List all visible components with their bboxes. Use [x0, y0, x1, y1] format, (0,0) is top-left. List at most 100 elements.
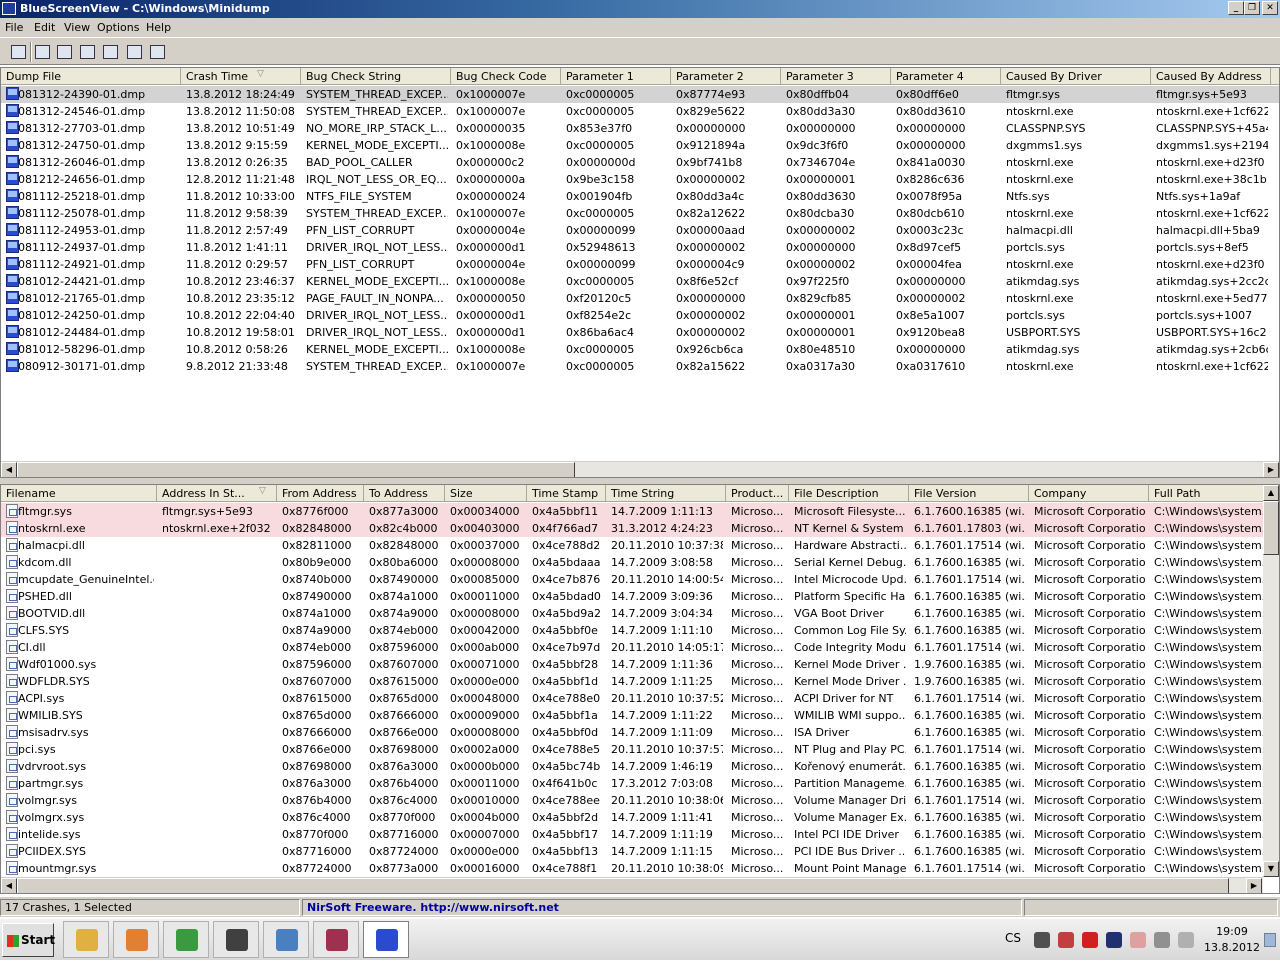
column-header[interactable]: Parameter 1 [561, 68, 671, 85]
scroll-up-icon[interactable]: ▲ [1263, 485, 1279, 501]
scroll-left-icon[interactable]: ◀ [1, 878, 17, 893]
column-header[interactable]: Dump File [1, 68, 181, 85]
crash-row[interactable]: 081012-24421-01.dmp 10.8.2012 23:46:37 KER… [1, 273, 1279, 290]
network-tray-icon[interactable] [1034, 932, 1050, 948]
copy-icon[interactable] [77, 42, 97, 62]
column-header[interactable]: Bug Check Code [451, 68, 561, 85]
network-status-icon[interactable] [1154, 932, 1170, 948]
taskbar-app-explorer[interactable] [63, 921, 109, 958]
menu-options[interactable]: Options [97, 21, 139, 34]
taskbar-app-bluescreenview[interactable] [363, 921, 409, 958]
crash-row[interactable]: 081012-21765-01.dmp 10.8.2012 23:35:12 PAG… [1, 290, 1279, 307]
driver-row[interactable]: volmgr.sys 0x876b4000 0x876c4000 0x00010000… [1, 792, 1279, 809]
restore-icon[interactable]: ❐ [1244, 1, 1260, 15]
security-tray-icon[interactable] [1058, 932, 1074, 948]
crash-row[interactable]: 081012-24484-01.dmp 10.8.2012 19:58:01 DRI… [1, 324, 1279, 341]
crash-row[interactable]: 081312-24750-01.dmp 13.8.2012 9:15:59 KERN… [1, 137, 1279, 154]
action-center-icon[interactable] [1130, 932, 1146, 948]
crash-row[interactable]: 081212-24656-01.dmp 12.8.2012 11:21:48 IRQ… [1, 171, 1279, 188]
driver-row[interactable]: PCIIDEX.SYS 0x87716000 0x87724000 0x0000e00… [1, 843, 1279, 860]
crash-row[interactable]: 081312-27703-01.dmp 13.8.2012 10:51:49 NO_… [1, 120, 1279, 137]
crash-list[interactable]: Dump File Crash Time Bug Check String Bug C… [0, 67, 1280, 478]
refresh-icon[interactable] [54, 42, 74, 62]
column-header[interactable]: Size [445, 485, 527, 502]
driver-row[interactable]: BOOTVID.dll 0x874a1000 0x874a9000 0x0000800… [1, 605, 1279, 622]
column-header[interactable]: Parameter 4 [891, 68, 1001, 85]
crash-row[interactable]: 081112-24953-01.dmp 11.8.2012 2:57:49 PFN_… [1, 222, 1279, 239]
taskbar-app-remote-desktop[interactable] [213, 921, 259, 958]
minimize-icon[interactable]: _ [1228, 1, 1244, 15]
properties-icon[interactable] [8, 42, 28, 62]
taskbar-app-winrar[interactable] [313, 921, 359, 958]
crash-row[interactable]: 081312-26046-01.dmp 13.8.2012 0:26:35 BAD_… [1, 154, 1279, 171]
crash-list-hscrollbar[interactable]: ◀ ▶ [1, 461, 1279, 477]
driver-row[interactable]: mountmgr.sys 0x87724000 0x8773a000 0x000160… [1, 860, 1279, 877]
driver-row[interactable]: halmacpi.dll 0x82811000 0x82848000 0x000370… [1, 537, 1279, 554]
scroll-down-icon[interactable]: ▼ [1263, 861, 1279, 877]
driver-row[interactable]: partmgr.sys 0x876a3000 0x876b4000 0x0001100… [1, 775, 1279, 792]
crash-row[interactable]: 081112-25218-01.dmp 11.8.2012 10:33:00 NTF… [1, 188, 1279, 205]
column-header[interactable]: Bug Check String [301, 68, 451, 85]
vscroll-thumb[interactable] [1263, 501, 1279, 555]
driver-row[interactable]: vdrvroot.sys 0x87698000 0x876a3000 0x0000b0… [1, 758, 1279, 775]
driver-row[interactable]: CI.dll 0x874eb000 0x87596000 0x000ab000 0x4c… [1, 639, 1279, 656]
scroll-right-icon[interactable]: ▶ [1263, 462, 1279, 477]
scroll-thumb[interactable] [17, 878, 1229, 893]
driver-row[interactable]: ntoskrnl.exe ntoskrnl.exe+2f032 0x82848000… [1, 520, 1279, 537]
driver-list-vscrollbar[interactable]: ▲ ▼ [1263, 485, 1279, 877]
driver-row[interactable]: Wdf01000.sys 0x87596000 0x87607000 0x000710… [1, 656, 1279, 673]
volume-icon[interactable] [1178, 932, 1194, 948]
column-header[interactable]: Caused By Driver [1001, 68, 1151, 85]
nirsoft-link[interactable]: NirSoft Freeware. http://www.nirsoft.net [302, 899, 1022, 916]
driver-row[interactable]: intelide.sys 0x8770f000 0x87716000 0x000070… [1, 826, 1279, 843]
column-header[interactable]: Product... [726, 485, 789, 502]
column-header[interactable]: Parameter 2 [671, 68, 781, 85]
column-header[interactable]: Crash Time [181, 68, 301, 85]
driver-row[interactable]: ACPI.sys 0x87615000 0x8765d000 0x00048000 0x… [1, 690, 1279, 707]
column-header[interactable]: File Version [909, 485, 1029, 502]
taskbar-app-chrome[interactable] [163, 921, 209, 958]
driver-row[interactable]: volmgrx.sys 0x876c4000 0x8770f000 0x0004b00… [1, 809, 1279, 826]
driver-row[interactable]: kdcom.dll 0x80b9e000 0x80ba6000 0x00008000 0… [1, 554, 1279, 571]
crash-row[interactable]: 081012-24250-01.dmp 10.8.2012 22:04:40 DRI… [1, 307, 1279, 324]
menu-edit[interactable]: Edit [34, 21, 55, 34]
menu-help[interactable]: Help [146, 21, 171, 34]
start-button[interactable]: Start [2, 923, 55, 957]
column-header[interactable]: Full Path [1149, 485, 1269, 502]
driver-list-hscrollbar[interactable]: ◀ ▶ [1, 877, 1263, 893]
close-icon[interactable]: ✕ [1262, 1, 1278, 15]
driver-row[interactable]: msisadrv.sys 0x87666000 0x8766e000 0x000080… [1, 724, 1279, 741]
scroll-thumb[interactable] [17, 462, 575, 477]
crash-row[interactable]: 081312-24546-01.dmp 13.8.2012 11:50:08 SYS… [1, 103, 1279, 120]
column-header[interactable]: Time Stamp [527, 485, 606, 502]
show-desktop-button[interactable] [1264, 933, 1276, 947]
driver-row[interactable]: fltmgr.sys fltmgr.sys+5e93 0x8776f000 0x877… [1, 503, 1279, 520]
crash-row[interactable]: 081112-24937-01.dmp 11.8.2012 1:41:11 DRIV… [1, 239, 1279, 256]
crash-row[interactable]: 081312-24390-01.dmp 13.8.2012 18:24:49 SYS… [1, 86, 1279, 103]
menu-file[interactable]: File [5, 21, 23, 34]
find-icon[interactable] [124, 42, 144, 62]
crash-row[interactable]: 081112-24921-01.dmp 11.8.2012 0:29:57 PFN_… [1, 256, 1279, 273]
language-indicator[interactable]: CS [1005, 931, 1021, 945]
crash-row[interactable]: 081112-25078-01.dmp 11.8.2012 9:58:39 SYST… [1, 205, 1279, 222]
scroll-right-icon[interactable]: ▶ [1246, 878, 1262, 893]
driver-row[interactable]: PSHED.dll 0x87490000 0x874a1000 0x00011000 0… [1, 588, 1279, 605]
antivirus-tray-icon[interactable] [1082, 932, 1098, 948]
vpn-tray-icon[interactable] [1106, 932, 1122, 948]
column-header[interactable]: File Description [789, 485, 909, 502]
column-header[interactable]: Parameter 3 [781, 68, 891, 85]
driver-row[interactable]: pci.sys 0x8766e000 0x87698000 0x0002a000 0x4… [1, 741, 1279, 758]
taskbar-app-media-player[interactable] [113, 921, 159, 958]
column-header[interactable]: Caused By Address [1151, 68, 1271, 85]
driver-list[interactable]: Filename Address In St... From Address To A… [0, 484, 1280, 894]
crash-row[interactable]: 080912-30171-01.dmp 9.8.2012 21:33:48 SYST… [1, 358, 1279, 375]
exit-icon[interactable] [147, 42, 167, 62]
scroll-left-icon[interactable]: ◀ [1, 462, 17, 477]
driver-row[interactable]: mcupdate_GenuineIntel.dll 0x8740b000 0x874… [1, 571, 1279, 588]
driver-row[interactable]: WMILIB.SYS 0x8765d000 0x87666000 0x00009000… [1, 707, 1279, 724]
crash-row[interactable]: 081012-58296-01.dmp 10.8.2012 0:58:26 KERN… [1, 341, 1279, 358]
taskbar-app-control-panel[interactable] [263, 921, 309, 958]
title-bar[interactable]: BlueScreenView - C:\Windows\Minidump _ ❐… [0, 0, 1280, 18]
advanced-options-icon[interactable] [100, 42, 120, 62]
column-header[interactable]: To Address [364, 485, 445, 502]
